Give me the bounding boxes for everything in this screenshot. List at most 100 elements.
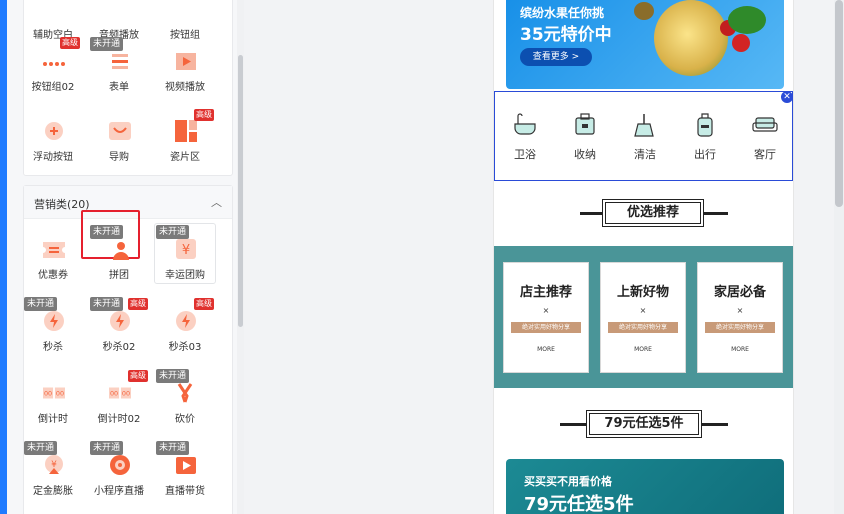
lucky-group-icon: ¥ bbox=[176, 239, 196, 259]
svg-text:00: 00 bbox=[56, 390, 64, 398]
not-activated-badge: 未开通 bbox=[90, 441, 124, 455]
view-more-button[interactable]: 查看更多 > bbox=[520, 48, 592, 66]
component-group-buy[interactable]: 拼团 未开通 bbox=[86, 222, 152, 290]
component-float-button[interactable]: 浮动按钮 bbox=[20, 104, 86, 172]
component-live-selling[interactable]: 直播带货 未开通 bbox=[152, 438, 218, 506]
component-label: 直播带货 bbox=[165, 486, 205, 497]
flash-icon bbox=[110, 311, 130, 331]
premium-badge: 高级 bbox=[60, 37, 80, 49]
panel-scroll-thumb[interactable] bbox=[238, 55, 243, 327]
not-activated-badge: 未开通 bbox=[90, 37, 124, 51]
live-play-icon bbox=[176, 457, 196, 474]
component-video[interactable]: 视频播放 bbox=[152, 34, 218, 102]
svg-text:00: 00 bbox=[110, 390, 118, 398]
component-label: 秒杀03 bbox=[168, 342, 202, 353]
section-title-recommended: 优选推荐 bbox=[494, 198, 793, 228]
component-label: 拼团 bbox=[109, 270, 129, 281]
component-label: 倒计时02 bbox=[97, 414, 141, 425]
nav-label: 出行 bbox=[694, 148, 716, 161]
nav-item-travel[interactable]: 出行 bbox=[685, 112, 725, 162]
card-divider-x: × bbox=[736, 306, 744, 315]
component-mini-program-live[interactable]: 小程序直播 未开通 bbox=[86, 438, 152, 506]
card-subtitle: 绝对实用好物分享 bbox=[705, 322, 775, 333]
nav-item-bath[interactable]: 卫浴 bbox=[505, 112, 545, 162]
category-nav: ✕ 卫浴 收纳 清洁 出行 客厅 bbox=[494, 91, 793, 181]
component-coupon[interactable]: 优惠券 bbox=[20, 222, 86, 290]
component-label: 幸运团购 bbox=[165, 270, 205, 281]
title-line-right bbox=[704, 212, 728, 215]
canvas-scroll-thumb[interactable] bbox=[835, 0, 843, 207]
promo-headline: 买买买不用看价格 bbox=[524, 475, 612, 488]
component-flash-sale-03[interactable]: 秒杀03 高级 bbox=[152, 294, 218, 362]
form-icon bbox=[112, 54, 128, 69]
card-subtitle: 绝对实用好物分享 bbox=[608, 322, 678, 333]
component-form[interactable]: 表单 未开通 bbox=[86, 34, 152, 102]
deposit-icon: ¥ bbox=[45, 455, 63, 474]
coupon-icon bbox=[43, 242, 65, 258]
leaves-icon bbox=[728, 6, 766, 34]
component-label: 视频播放 bbox=[165, 82, 205, 93]
banner-price: 35元特价中 bbox=[520, 25, 612, 45]
nav-label: 客厅 bbox=[754, 148, 776, 161]
not-activated-badge: 未开通 bbox=[24, 441, 58, 455]
recommend-card[interactable]: 店主推荐 × 绝对实用好物分享 MORE bbox=[503, 262, 589, 373]
card-subtitle: 绝对实用好物分享 bbox=[511, 322, 581, 333]
not-activated-badge: 未开通 bbox=[156, 441, 190, 455]
recommend-cards-section: 店主推荐 × 绝对实用好物分享 MORE 上新好物 × 绝对实用好物分享 MOR… bbox=[494, 246, 793, 388]
title-line-left bbox=[580, 212, 602, 215]
promo-banner[interactable]: 买买买不用看价格 79元任选5件 bbox=[506, 459, 784, 514]
strawberry-icon bbox=[732, 34, 750, 52]
card-more: MORE bbox=[731, 346, 749, 353]
component-flash-sale[interactable]: 秒杀 未开通 bbox=[20, 294, 86, 362]
svg-text:¥: ¥ bbox=[182, 243, 190, 258]
title-box: 优选推荐 bbox=[602, 199, 704, 227]
recommend-card[interactable]: 家居必备 × 绝对实用好物分享 MORE bbox=[697, 262, 783, 373]
component-label: 小程序直播 bbox=[94, 486, 144, 497]
nav-item-cleaning[interactable]: 清洁 bbox=[625, 112, 665, 162]
card-divider-x: × bbox=[639, 306, 647, 315]
component-tiles[interactable]: 瓷片区 高级 bbox=[152, 104, 218, 172]
chevron-up-icon[interactable]: ︿ bbox=[211, 194, 222, 210]
component-flash-sale-02[interactable]: 秒杀02 未开通 高级 bbox=[86, 294, 152, 362]
component-shopping-guide[interactable]: 导购 bbox=[86, 104, 152, 172]
sofa-icon bbox=[752, 117, 778, 132]
card-title: 上新好物 bbox=[616, 285, 669, 300]
luggage-icon bbox=[697, 113, 713, 137]
section-title: 79元任选5件 bbox=[589, 413, 699, 435]
component-label: 浮动按钮 bbox=[33, 152, 73, 163]
left-edge-strip bbox=[0, 0, 7, 514]
component-label: 定金膨胀 bbox=[33, 486, 73, 497]
close-icon[interactable]: ✕ bbox=[781, 91, 793, 103]
fruit-banner[interactable]: 缤纷水果任你挑 35元特价中 查看更多 > bbox=[506, 0, 784, 89]
float-plus-icon bbox=[45, 122, 63, 140]
section-title: 优选推荐 bbox=[605, 202, 701, 224]
component-countdown-02[interactable]: 00 00 倒计时02 高级 bbox=[86, 366, 152, 434]
component-deposit[interactable]: ¥ 定金膨胀 未开通 bbox=[20, 438, 86, 506]
premium-badge: 高级 bbox=[128, 298, 148, 310]
component-lucky-group[interactable]: ¥ 幸运团购 未开通 bbox=[152, 222, 218, 290]
component-bargain[interactable]: 砍价 未开通 bbox=[152, 366, 218, 434]
not-activated-badge: 未开通 bbox=[90, 225, 124, 239]
dots-icon bbox=[43, 62, 65, 66]
broom-icon bbox=[634, 114, 654, 137]
premium-badge: 高级 bbox=[128, 370, 148, 382]
live-icon bbox=[110, 455, 130, 475]
component-label: 秒杀02 bbox=[102, 342, 136, 353]
nav-item-storage[interactable]: 收纳 bbox=[565, 112, 605, 162]
card-title: 家居必备 bbox=[713, 285, 766, 300]
component-button-group-02[interactable]: 按钮组02 高级 bbox=[20, 34, 86, 102]
component-label: 导购 bbox=[109, 152, 129, 163]
card-divider-x: × bbox=[542, 306, 550, 315]
countdown-icon: 00 00 bbox=[43, 387, 65, 399]
component-label: 优惠券 bbox=[38, 270, 68, 281]
svg-text:¥: ¥ bbox=[51, 460, 57, 470]
group-buy-icon bbox=[113, 242, 129, 260]
not-activated-badge: 未开通 bbox=[24, 297, 58, 311]
nav-item-living-room[interactable]: 客厅 bbox=[745, 112, 785, 162]
not-activated-badge: 未开通 bbox=[90, 297, 124, 311]
flash-icon bbox=[44, 311, 64, 331]
component-label: 瓷片区 bbox=[170, 152, 200, 163]
component-countdown[interactable]: 00 00 倒计时 bbox=[20, 366, 86, 434]
card-title: 店主推荐 bbox=[519, 285, 572, 300]
recommend-card[interactable]: 上新好物 × 绝对实用好物分享 MORE bbox=[600, 262, 686, 373]
